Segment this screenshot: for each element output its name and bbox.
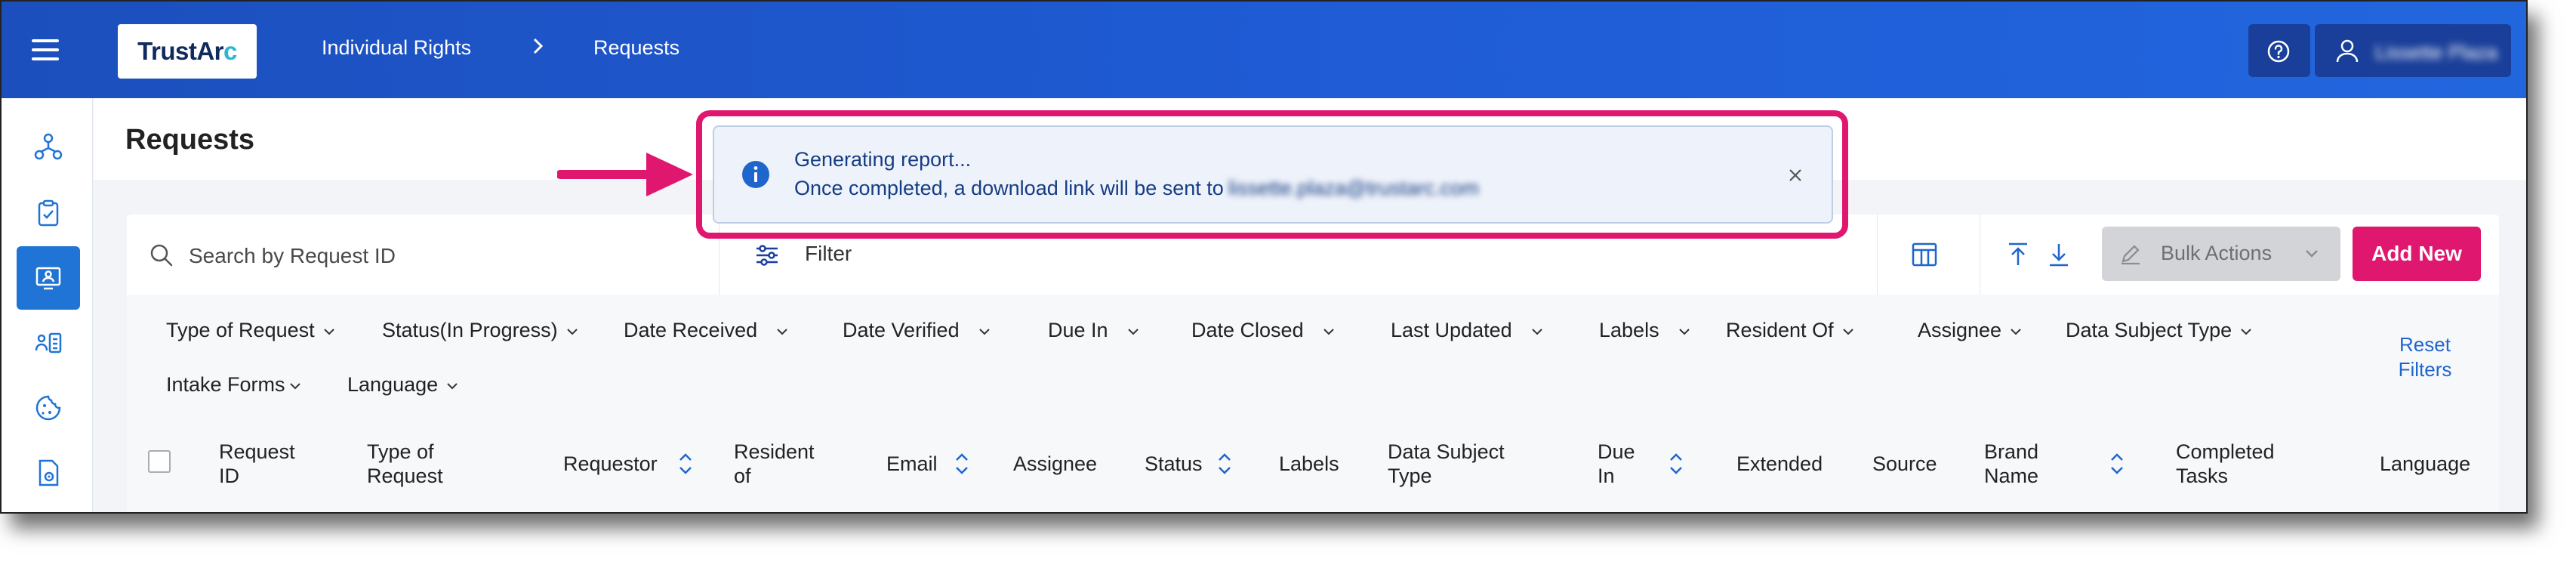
column-header-email[interactable]: Email [886,452,938,476]
search-icon [150,244,173,267]
column-header-type-of-request[interactable]: Type of Request [367,440,443,488]
chevron-down-icon [2241,329,2251,335]
download-icon[interactable] [2044,240,2073,269]
person-list-icon [35,332,62,354]
chevron-down-icon [289,383,300,390]
page-title: Requests [125,124,255,156]
column-settings-icon[interactable] [1910,240,1939,269]
filter-sliders-icon[interactable] [753,242,781,269]
sort-icon[interactable] [1216,449,1234,479]
chevron-down-icon [1531,329,1542,335]
filter-date-closed[interactable]: Date Closed [1191,319,1337,342]
sort-icon[interactable] [2108,449,2126,479]
chevron-down-icon [777,329,787,335]
table-header: Request ID Type of Request Requestor Resid… [127,423,2499,512]
column-header-language[interactable]: Language [2380,452,2470,476]
annotation-arrow [557,153,693,196]
column-header-brand-name[interactable]: Brand Name [1984,440,2038,488]
chevron-down-icon [1842,329,1853,335]
filter-data-subject-type[interactable]: Data Subject Type [2066,319,2254,342]
column-header-due-in[interactable]: Due In [1598,440,1635,488]
filter-type-of-request[interactable]: Type of Request [166,319,337,342]
notification-email: lissette.plaza@trustarc.com [1228,177,1479,199]
sidebar-item-policies[interactable] [17,441,80,505]
person-screen-icon [35,267,61,290]
upload-icon[interactable] [2004,240,2032,269]
trustarc-logo[interactable]: TrustAr c [118,24,257,79]
filter-last-updated[interactable]: Last Updated [1391,319,1545,342]
reset-filters-link[interactable]: Reset Filters [2381,332,2469,382]
search-input[interactable] [187,236,764,276]
chevron-down-icon [2011,329,2021,335]
chevron-right-icon [533,38,544,54]
sidebar-item-consent[interactable] [17,311,80,375]
user-icon [2336,39,2359,63]
chevron-down-icon [1678,329,1690,335]
chevron-down-icon [566,329,578,335]
column-header-status[interactable]: Status [1145,452,1203,476]
filter-assignee[interactable]: Assignee [1918,319,2024,342]
help-icon [2267,40,2290,63]
column-header-source[interactable]: Source [1872,452,1937,476]
logo-text: TrustAr [137,37,223,65]
chevron-down-icon [323,329,334,335]
report-notification: Generating report... Once completed, a d… [713,125,1833,224]
divider [1877,215,1878,295]
sidebar-item-data-flow[interactable] [17,115,80,178]
filter-resident-of[interactable]: Resident Of [1726,319,1857,342]
requests-card: Filter Bulk Actions [127,215,2499,512]
pencil-icon [2122,245,2140,265]
select-all-checkbox[interactable] [148,450,171,473]
filter-intake-forms[interactable]: Intake Forms [166,373,304,397]
column-header-data-subject-type[interactable]: Data Subject Type [1388,440,1505,488]
sidebar-item-cookies[interactable] [17,376,80,440]
info-icon [742,161,769,188]
cookie-icon [35,395,61,421]
app-window: TrustAr c Individual Rights Requests Liss… [0,0,2528,514]
bulk-actions-button[interactable]: Bulk Actions [2102,227,2340,281]
chevron-down-icon [1127,329,1139,335]
sort-icon[interactable] [953,449,971,479]
user-name: Lissette Plaza [2375,41,2497,63]
bulk-actions-label: Bulk Actions [2161,242,2272,264]
chevron-down-icon [447,383,458,390]
column-header-request-id[interactable]: Request ID [219,440,295,488]
sidebar-item-assessments[interactable] [17,181,80,245]
column-header-assignee[interactable]: Assignee [1013,452,1097,476]
column-header-resident-of[interactable]: Resident of [734,440,815,488]
column-header-completed-tasks[interactable]: Completed Tasks [2176,440,2275,488]
sort-icon[interactable] [1667,449,1685,479]
column-header-labels[interactable]: Labels [1279,452,1339,476]
breadcrumb-requests: Requests [593,36,680,59]
close-icon[interactable] [1786,166,1804,184]
filter-date-verified[interactable]: Date Verified [843,319,993,342]
clipboard-check-icon [38,199,59,227]
chevron-down-icon [2306,250,2318,258]
filter-status[interactable]: Status(In Progress) [382,319,581,342]
filter-language[interactable]: Language [347,373,461,397]
filter-chips-bar: Type of Request Status(In Progress) Date… [127,295,2499,424]
top-bar: TrustAr c Individual Rights Requests Liss… [2,2,2526,98]
user-menu-button[interactable]: Lissette Plaza [2315,24,2511,77]
menu-icon[interactable] [32,39,59,60]
help-button[interactable] [2248,24,2310,77]
logo-text-accent: c [223,37,237,65]
filter-labels[interactable]: Labels [1599,319,1693,342]
breadcrumb-individual-rights[interactable]: Individual Rights [322,36,471,60]
network-icon [34,133,63,160]
notification-title: Generating report... [794,148,972,171]
chevron-down-icon [978,329,990,335]
filter-due-in[interactable]: Due In [1048,319,1142,342]
document-gear-icon [39,459,59,486]
notification-message: Once completed, a download link will be … [794,177,1479,199]
sidebar-item-individual-rights[interactable] [17,246,80,310]
add-new-button[interactable]: Add New [2353,227,2481,281]
sort-icon[interactable] [676,449,695,479]
column-header-extended[interactable]: Extended [1736,452,1823,476]
column-header-requestor[interactable]: Requestor [563,452,658,476]
chevron-down-icon [1323,329,1334,335]
filter-button[interactable]: Filter [805,242,852,266]
sidebar [2,98,93,512]
filter-date-received[interactable]: Date Received [624,319,790,342]
